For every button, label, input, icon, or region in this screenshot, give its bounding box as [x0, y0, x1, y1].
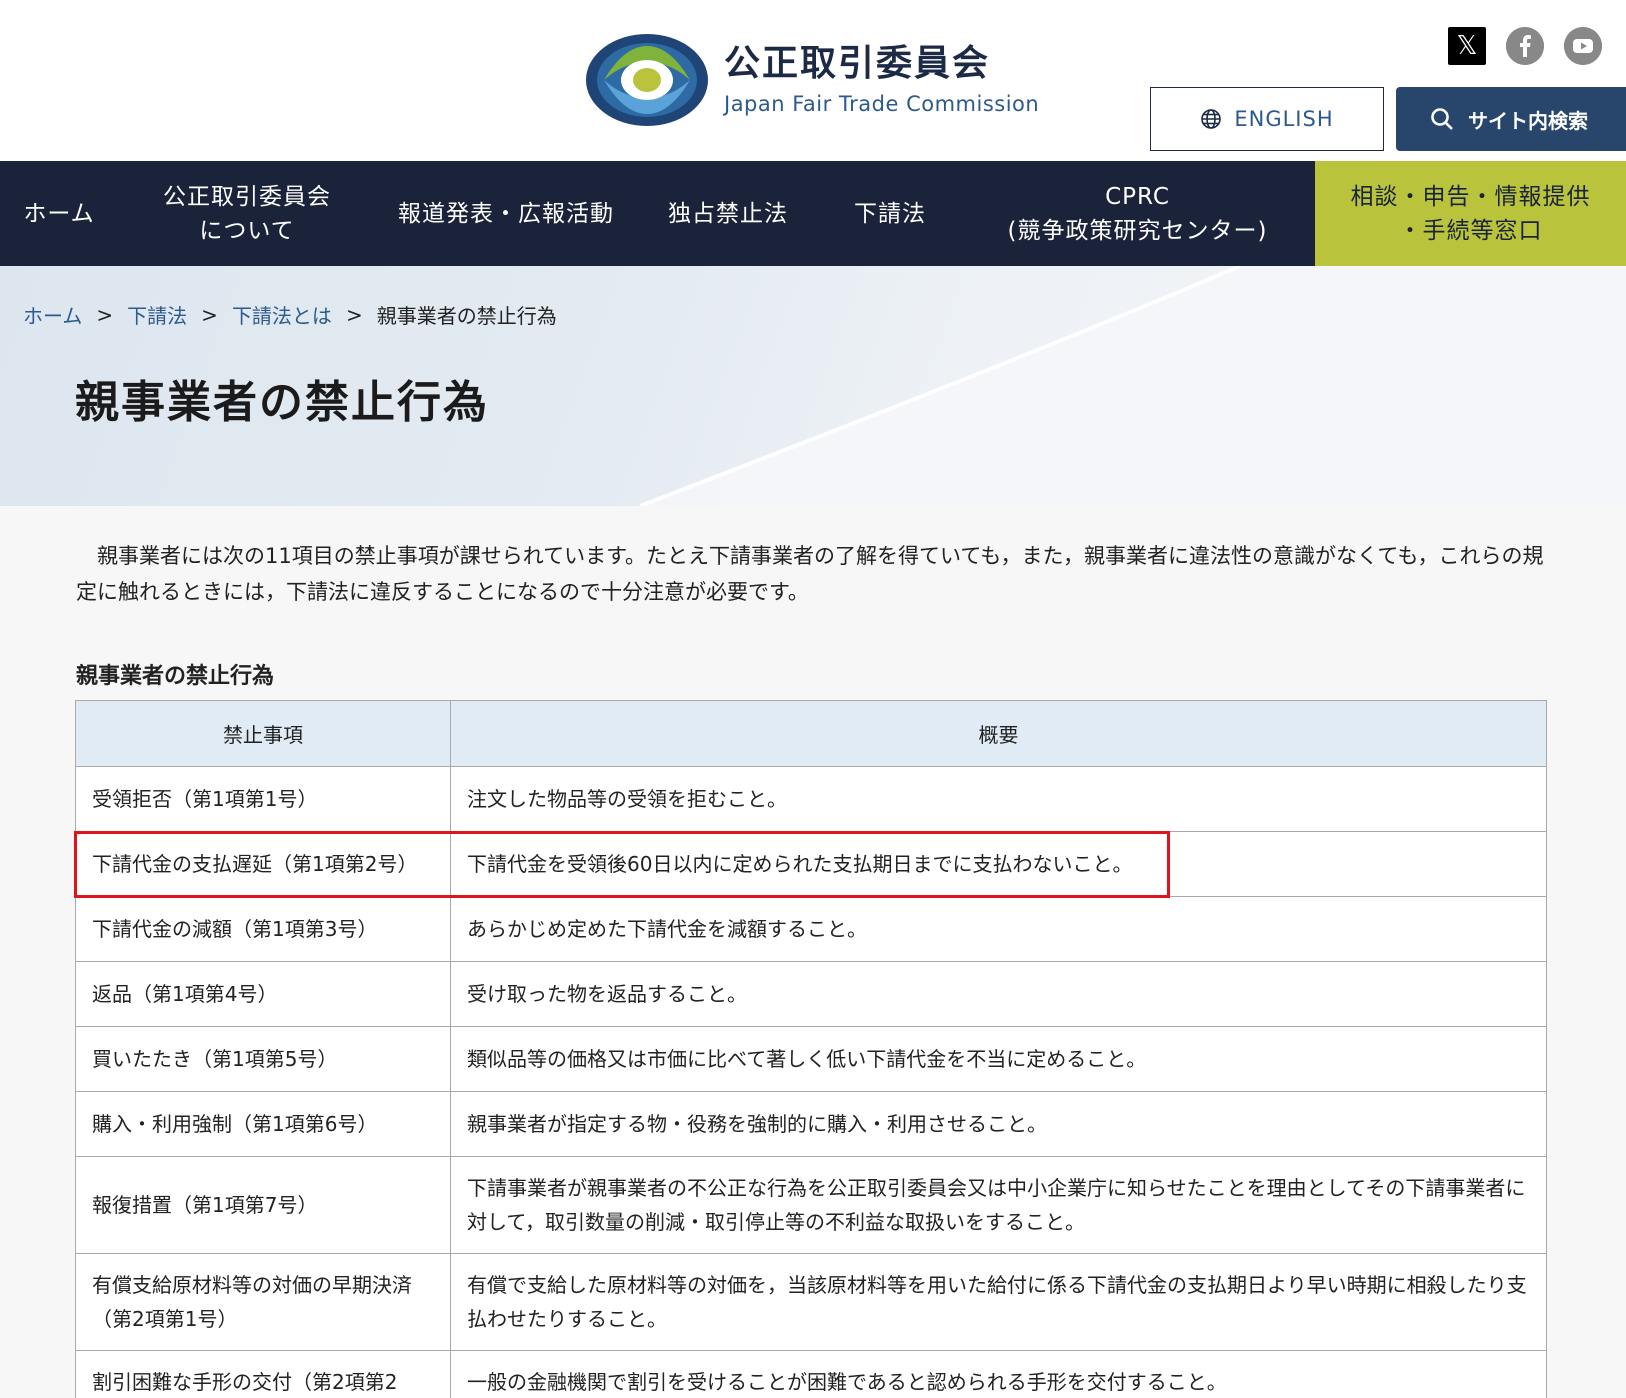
intro-body: 親事業者には次の11項目の禁止事項が課せられています。たとえ下請事業者の了解を得…: [76, 544, 1544, 604]
breadcrumb-separator: >: [345, 302, 363, 327]
summary-cell: 注文した物品等の受領を拒むこと。: [450, 766, 1547, 832]
nav-item-home[interactable]: ホーム: [0, 161, 118, 266]
summary-cell: 親事業者が指定する物・役務を強制的に購入・利用させること。: [450, 1091, 1547, 1157]
globe-icon: [1201, 109, 1222, 129]
prohibition-cell: 下請代金の減額（第1項第3号）: [75, 896, 451, 962]
nav-item-consultation[interactable]: 相談・申告・情報提供 ・手続等窓口: [1315, 161, 1626, 266]
prohibition-cell: 有償支給原材料等の対価の早期決済（第2項第1号）: [75, 1253, 451, 1351]
social-links: 𝕏: [1448, 27, 1602, 65]
jftc-seal-icon: [586, 34, 708, 126]
nav-item-about[interactable]: 公正取引委員会 について: [118, 161, 376, 266]
table-row: 有償支給原材料等の対価の早期決済（第2項第1号） 有償で支給した原材料等の対価を…: [75, 1253, 1547, 1351]
prohibited-acts-table: 禁止事項 概要 受領拒否（第1項第1号） 注文した物品等の受領を拒むこと。 下請…: [75, 700, 1547, 1398]
breadcrumb-separator: >: [96, 302, 114, 327]
table-row: 返品（第1項第4号） 受け取った物を返品すること。: [75, 961, 1547, 1027]
search-label: サイト内検索: [1468, 108, 1588, 133]
summary-cell: 下請代金を受領後60日以内に定められた支払期日までに支払わないこと。: [450, 831, 1547, 897]
search-icon: [1431, 108, 1453, 130]
breadcrumb-home[interactable]: ホーム: [23, 300, 82, 329]
summary-cell: 類似品等の価格又は市価に比べて著しく低い下請代金を不当に定めること。: [450, 1026, 1547, 1092]
breadcrumb-separator: >: [201, 302, 218, 327]
table-row: 買いたたき（第1項第5号） 類似品等の価格又は市価に比べて著しく低い下請代金を不…: [75, 1026, 1547, 1092]
page-title: 親事業者の禁止行為: [75, 377, 489, 428]
nav-item-antimonopoly[interactable]: 独占禁止法: [636, 161, 820, 266]
prohibition-cell: 割引困難な手形の交付（第2項第2: [75, 1350, 451, 1398]
prohibition-cell: 買いたたき（第1項第5号）: [75, 1026, 451, 1092]
nav-label: 報道発表・広報活動: [398, 200, 614, 227]
main-nav: ホーム 公正取引委員会 について 報道発表・広報活動 独占禁止法 下請法 CPR…: [0, 161, 1626, 266]
breadcrumb-subcontract[interactable]: 下請法: [127, 300, 187, 329]
site-logo[interactable]: 公正取引委員会 Japan Fair Trade Commission: [584, 32, 1039, 128]
page-hero: ホーム > 下請法 > 下請法とは > 親事業者の禁止行為 親事業者の禁止行為: [0, 266, 1626, 506]
nav-item-cprc[interactable]: CPRC (競争政策研究センター): [960, 161, 1315, 266]
x-icon[interactable]: 𝕏: [1448, 27, 1486, 65]
table-row: 下請代金の減額（第1項第3号） あらかじめ定めた下請代金を減額すること。: [75, 896, 1547, 962]
english-button[interactable]: ENGLISH: [1150, 87, 1384, 151]
prohibition-cell: 返品（第1項第4号）: [75, 961, 451, 1027]
youtube-icon[interactable]: [1564, 27, 1602, 65]
summary-cell: 有償で支給した原材料等の対価を，当該原材料等を用いた給付に係る下請代金の支払期日…: [450, 1253, 1547, 1351]
section-title: 親事業者の禁止行為: [76, 664, 275, 689]
table-header-prohibition: 禁止事項: [75, 700, 451, 767]
org-name-en: Japan Fair Trade Commission: [724, 92, 1040, 116]
table-row: 下請代金の支払遅延（第1項第2号） 下請代金を受領後60日以内に定められた支払期…: [75, 831, 1547, 897]
nav-label: CPRC (競争政策研究センター): [1007, 183, 1268, 244]
breadcrumb-about-subcontract[interactable]: 下請法とは: [232, 300, 332, 329]
breadcrumb-current: 親事業者の禁止行為: [376, 304, 557, 328]
table-row: 受領拒否（第1項第1号） 注文した物品等の受領を拒むこと。: [75, 766, 1547, 832]
breadcrumb: ホーム > 下請法 > 下請法とは > 親事業者の禁止行為: [23, 300, 557, 329]
nav-label: ホーム: [23, 200, 95, 227]
prohibition-cell: 報復措置（第1項第7号）: [75, 1156, 451, 1254]
table-row: 割引困難な手形の交付（第2項第2 一般の金融機関で割引を受けることが困難であると…: [75, 1350, 1547, 1398]
nav-item-press[interactable]: 報道発表・広報活動: [376, 161, 636, 266]
org-name-jp: 公正取引委員会: [724, 43, 991, 84]
nav-item-subcontract[interactable]: 下請法: [820, 161, 960, 266]
facebook-icon[interactable]: [1506, 27, 1544, 65]
summary-cell: あらかじめ定めた下請代金を減額すること。: [450, 896, 1547, 962]
nav-label: 相談・申告・情報提供 ・手続等窓口: [1350, 183, 1591, 244]
prohibition-cell: 購入・利用強制（第1項第6号）: [75, 1091, 451, 1157]
summary-cell: 受け取った物を返品すること。: [450, 961, 1547, 1027]
table-row: 報復措置（第1項第7号） 下請事業者が親事業者の不公正な行為を公正取引委員会又は…: [75, 1156, 1547, 1254]
nav-label: 公正取引委員会 について: [163, 183, 331, 244]
prohibition-cell: 下請代金の支払遅延（第1項第2号）: [75, 831, 451, 897]
summary-cell: 一般の金融機関で割引を受けることが困難であると認められる手形を交付すること。: [450, 1350, 1547, 1398]
summary-cell: 下請事業者が親事業者の不公正な行為を公正取引委員会又は中小企業庁に知らせたことを…: [450, 1156, 1547, 1254]
prohibition-cell: 受領拒否（第1項第1号）: [75, 766, 451, 832]
site-search-button[interactable]: サイト内検索: [1396, 87, 1626, 151]
english-label: ENGLISH: [1234, 107, 1334, 131]
intro-text: 親事業者には次の11項目の禁止事項が課せられています。たとえ下請事業者の了解を得…: [76, 538, 1556, 610]
table-row: 購入・利用強制（第1項第6号） 親事業者が指定する物・役務を強制的に購入・利用さ…: [75, 1091, 1547, 1157]
table-header-summary: 概要: [450, 700, 1547, 767]
site-header: 公正取引委員会 Japan Fair Trade Commission 𝕏 EN…: [0, 0, 1626, 161]
nav-label: 下請法: [854, 200, 926, 227]
nav-label: 独占禁止法: [668, 200, 788, 227]
